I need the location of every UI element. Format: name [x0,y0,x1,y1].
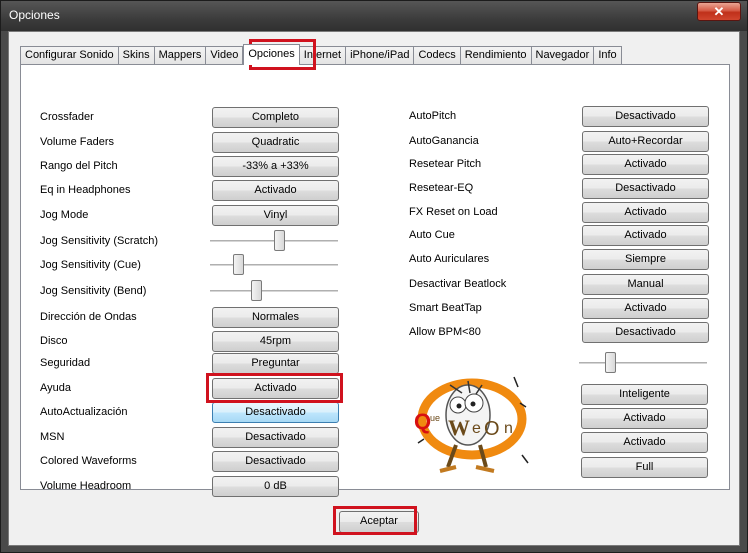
btn-msn[interactable]: Desactivado [212,427,339,448]
title-bar[interactable]: Opciones ✕ [1,1,747,31]
slider-track [210,290,338,292]
label-resetear-eq: Resetear-EQ [409,182,474,194]
btn-seguridad[interactable]: Preguntar [212,353,339,374]
slider-thumb[interactable] [274,230,285,251]
tab-strip: Configurar Sonido Skins Mappers Video Opcion… [20,44,622,65]
label-fx-reset-on-load: FX Reset on Load [409,206,498,218]
dialog-client-area: Configurar Sonido Skins Mappers Video Opcion… [8,31,740,546]
close-icon: ✕ [713,4,725,19]
tab-rendimiento[interactable]: Rendimiento [460,46,532,64]
btn-resetear-eq[interactable]: Desactivado [582,178,709,199]
label-crossfader: Crossfader [40,111,94,123]
btn-auto-cue[interactable]: Activado [582,225,709,246]
btn-right-extra-2[interactable]: Activado [581,408,708,429]
label-jog-mode: Jog Mode [40,209,89,221]
close-button[interactable]: ✕ [697,2,741,21]
tab-opciones[interactable]: Opciones [243,44,300,65]
label-auto-auriculares: Auto Auriculares [409,253,490,265]
btn-rango-del-pitch[interactable]: -33% a +33% [212,156,339,177]
slider-track [579,362,707,364]
options-panel: Q ue W e O n Crossfader Completo Volume Fa… [20,64,730,497]
btn-fx-reset-on-load[interactable]: Activado [582,202,709,223]
label-volume-headroom: Volume Headroom [40,480,132,492]
btn-right-extra-4[interactable]: Full [581,457,708,478]
btn-volume-headroom[interactable]: 0 dB [212,476,339,497]
btn-right-extra-1[interactable]: Inteligente [581,384,708,405]
tab-navegador[interactable]: Navegador [531,46,595,64]
label-jog-sensitivity-scratch: Jog Sensitivity (Scratch) [40,235,158,247]
tab-mappers[interactable]: Mappers [154,46,207,64]
btn-crossfader[interactable]: Completo [212,107,339,128]
btn-jog-mode[interactable]: Vinyl [212,205,339,226]
svg-text:O: O [484,418,500,440]
label-msn: MSN [40,431,65,443]
label-rango-del-pitch: Rango del Pitch [40,160,118,172]
btn-volume-faders[interactable]: Quadratic [212,132,339,153]
tab-info[interactable]: Info [594,46,622,64]
highlight-autoactualizacion [206,373,343,403]
btn-disco[interactable]: 45rpm [212,331,339,352]
slider-track [210,264,338,266]
svg-text:e: e [472,420,481,437]
label-disco: Disco [40,335,68,347]
label-autopitch: AutoPitch [409,110,457,122]
label-eq-in-headphones: Eq in Headphones [40,184,131,196]
label-direccion-de-ondas: Dirección de Ondas [40,311,137,323]
label-ayuda: Ayuda [40,382,71,394]
options-window: Opciones ✕ Configurar Sonido Skins Mappers… [0,0,748,553]
label-volume-faders: Volume Faders [40,136,114,148]
btn-resetear-pitch[interactable]: Activado [582,154,709,175]
btn-direccion-de-ondas[interactable]: Normales [212,307,339,328]
tab-iphone-ipad[interactable]: iPhone/iPad [346,46,415,64]
btn-allow-bpm-80[interactable]: Desactivado [582,322,709,343]
label-colored-waveforms: Colored Waveforms [40,455,137,467]
btn-right-extra-3[interactable]: Activado [581,432,708,453]
btn-autoganancia[interactable]: Auto+Recordar [582,131,709,152]
tab-codecs[interactable]: Codecs [414,46,461,64]
label-resetear-pitch: Resetear Pitch [409,158,482,170]
svg-text:n: n [504,420,513,437]
svg-text:Q: Q [414,409,431,434]
right-slider[interactable] [579,352,707,374]
btn-smart-beattap[interactable]: Activado [582,298,709,319]
btn-autopitch[interactable]: Desactivado [582,106,709,127]
svg-text:W: W [448,415,470,440]
tab-video[interactable]: Video [206,46,244,64]
highlight-accept-button [333,506,417,535]
tab-skins[interactable]: Skins [118,46,155,64]
label-jog-sensitivity-bend: Jog Sensitivity (Bend) [40,285,147,297]
slider-thumb[interactable] [605,352,616,373]
btn-eq-in-headphones[interactable]: Activado [212,180,339,201]
window-title: Opciones [9,8,60,22]
tab-configurar-sonido[interactable]: Configurar Sonido [20,46,119,64]
label-jog-sensitivity-cue: Jog Sensitivity (Cue) [40,259,141,271]
slider-jog-sensitivity-cue[interactable] [210,254,338,276]
btn-desactivar-beatlock[interactable]: Manual [582,274,709,295]
slider-jog-sensitivity-bend[interactable] [210,280,338,302]
btn-autoactualizacion[interactable]: Desactivado [212,402,339,423]
label-autoactualizacion: AutoActualización [40,406,128,418]
label-allow-bpm-80: Allow BPM<80 [409,326,481,338]
label-autoganancia: AutoGanancia [409,135,479,147]
label-smart-beattap: Smart BeatTap [409,302,482,314]
btn-auto-auriculares[interactable]: Siempre [582,249,709,270]
label-seguridad: Seguridad [40,357,91,369]
label-desactivar-beatlock: Desactivar Beatlock [409,278,507,290]
slider-jog-sensitivity-scratch[interactable] [210,230,338,252]
svg-text:ue: ue [430,413,440,423]
btn-colored-waveforms[interactable]: Desactivado [212,451,339,472]
slider-thumb[interactable] [233,254,244,275]
slider-thumb[interactable] [251,280,262,301]
label-auto-cue: Auto Cue [409,229,455,241]
queweon-logo: Q ue W e O n [410,363,533,485]
